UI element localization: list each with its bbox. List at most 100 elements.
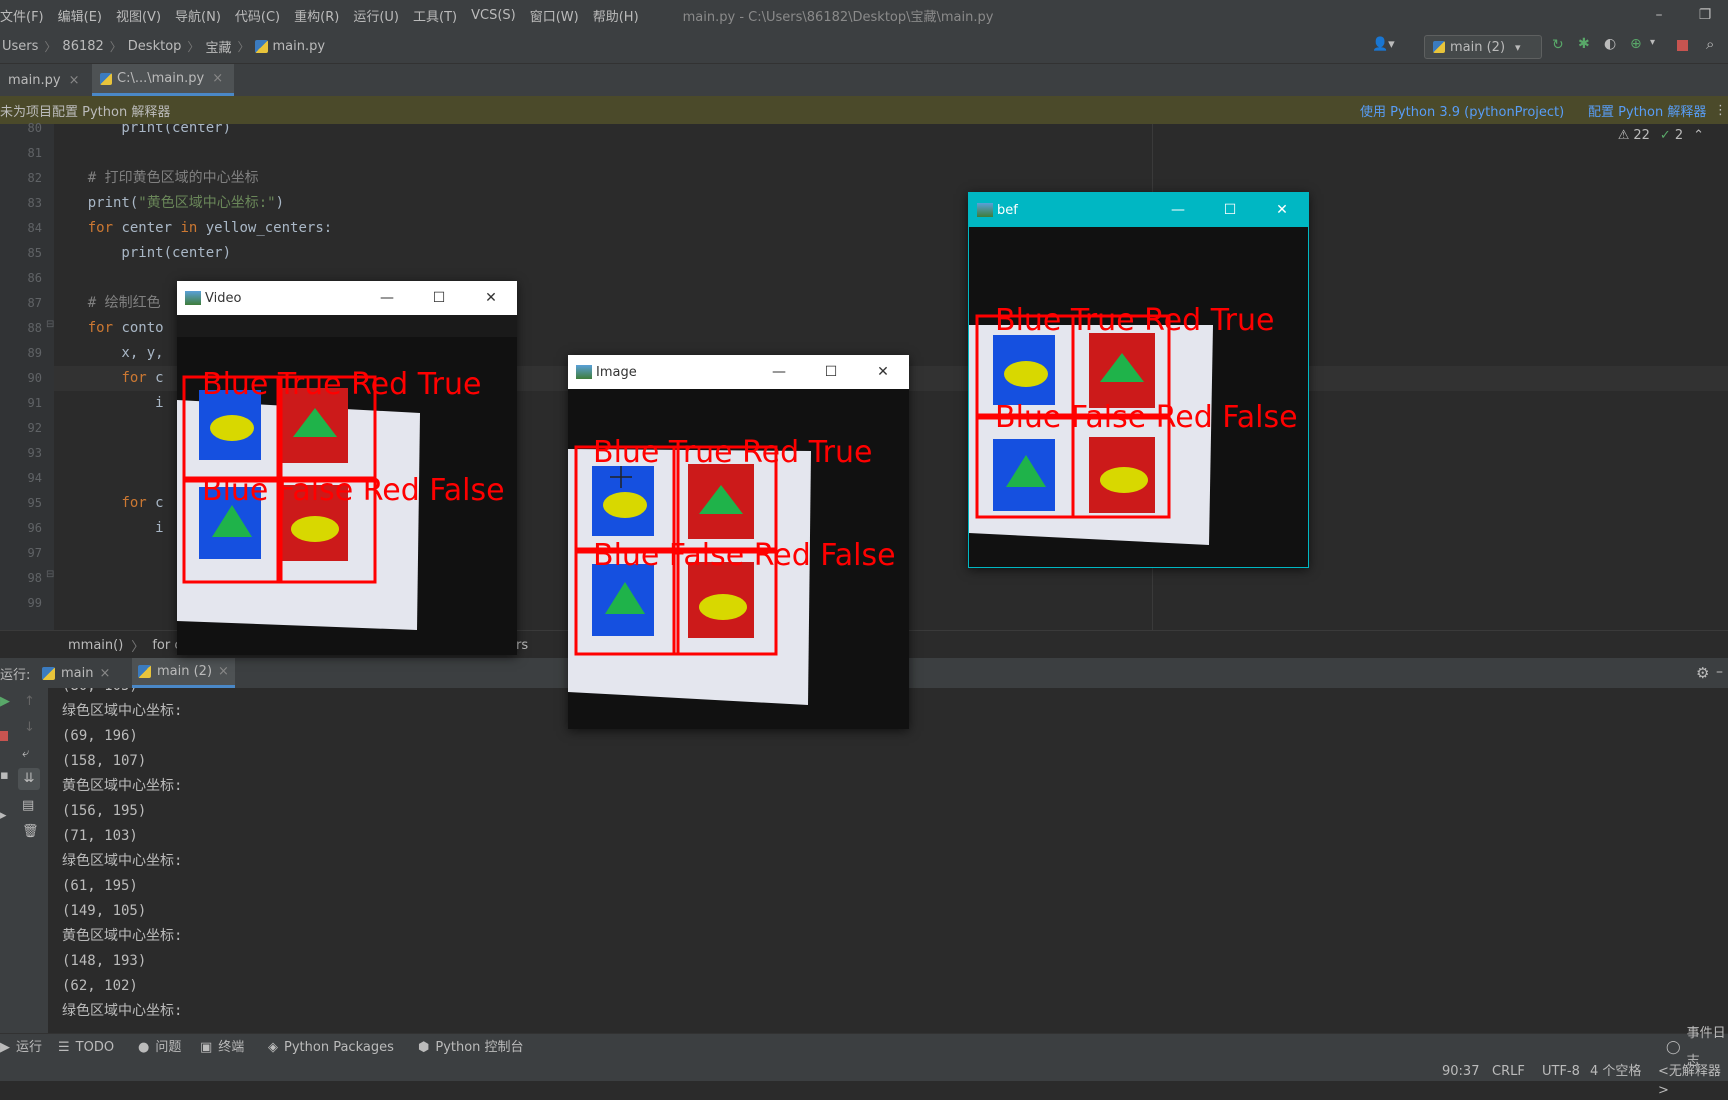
run-tab-main-2[interactable]: main (2) ×: [132, 658, 235, 688]
close-icon[interactable]: ×: [218, 664, 229, 679]
crumb-desktop[interactable]: Desktop: [128, 39, 182, 54]
debug-bug-icon[interactable]: ✱: [1578, 36, 1590, 52]
use-interpreter-link[interactable]: 使用 Python 3.9 (pythonProject): [1360, 101, 1564, 120]
crumb-file[interactable]: main.py: [272, 39, 325, 54]
run-config-select[interactable]: main (2) ▾: [1424, 35, 1542, 59]
maximize-button[interactable]: ☐: [805, 355, 857, 389]
close-icon[interactable]: ×: [69, 73, 80, 88]
overlay-label-top: Blue True Red True: [202, 367, 481, 402]
cursor-position[interactable]: 90:37: [1442, 1062, 1479, 1081]
minimize-button[interactable]: —: [753, 355, 805, 389]
chevron-up-icon[interactable]: ⌃: [1693, 128, 1704, 143]
code-line[interactable]: print(center): [54, 241, 1728, 266]
run-console-output[interactable]: (80, 105) 绿色区域中心坐标: (69, 196) (158, 107) 黄色区…: [48, 688, 1728, 1033]
code-line[interactable]: print(center): [54, 124, 1728, 141]
restore-layout-icon[interactable]: ▸: [0, 808, 7, 823]
menu-vcs[interactable]: VCS(S): [471, 8, 516, 23]
menu-edit[interactable]: 编辑(E): [58, 6, 102, 25]
tool-window-icon: ◈: [268, 1040, 278, 1055]
user-account-icon[interactable]: 👤▾: [1372, 37, 1395, 52]
close-button[interactable]: ✕: [465, 281, 517, 315]
overlay-label-bottom: Blue False Red False: [995, 400, 1298, 435]
stop-icon[interactable]: [0, 731, 8, 741]
menu-tools[interactable]: 工具(T): [413, 6, 457, 25]
menu-refactor[interactable]: 重构(R): [294, 6, 339, 25]
search-icon[interactable]: ⌕: [1706, 35, 1714, 53]
more-icon[interactable]: ⋮: [1714, 103, 1727, 118]
code-line[interactable]: [54, 141, 1728, 166]
inspection-widget[interactable]: ⚠ 22 ✓ 2 ⌃: [1618, 128, 1704, 143]
event-log-button[interactable]: ◯ 事件日志: [1666, 1026, 1728, 1069]
menu-run[interactable]: 运行(U): [353, 6, 399, 25]
crumb-folder[interactable]: 宝藏: [205, 37, 231, 56]
ok-count: 2: [1674, 128, 1684, 143]
menu-help[interactable]: 帮助(H): [593, 6, 639, 25]
window-minimize-button[interactable]: –: [1636, 7, 1682, 23]
video-window[interactable]: Video — ☐ ✕ Blue True Red True Blue Fals…: [177, 281, 517, 655]
image-window-titlebar[interactable]: Image — ☐ ✕: [568, 355, 909, 389]
menu-navigate[interactable]: 导航(N): [175, 6, 221, 25]
profile-icon[interactable]: ⊕: [1630, 36, 1642, 52]
scroll-to-end-icon[interactable]: ⇊: [18, 768, 40, 790]
bef-window[interactable]: bef — ☐ ✕ Blue True Red True Blue False …: [968, 192, 1309, 568]
rerun-icon[interactable]: ↻: [1552, 37, 1564, 53]
menu-file[interactable]: 文件(F): [0, 6, 44, 25]
arrow-up-icon[interactable]: ↑: [24, 694, 35, 709]
tool-window-button[interactable]: ⬢ Python 控制台: [418, 1034, 524, 1062]
minimize-panel-icon[interactable]: –: [1716, 664, 1723, 680]
crumb-users[interactable]: Users: [2, 39, 38, 54]
trash-icon[interactable]: 🗑: [22, 824, 39, 839]
tab-main-py-full[interactable]: C:\...\main.py ×: [92, 64, 234, 96]
close-button[interactable]: ✕: [1256, 193, 1308, 227]
maximize-button[interactable]: ☐: [1204, 193, 1256, 227]
indent-setting[interactable]: 4 个空格: [1590, 1062, 1641, 1081]
interpreter-status[interactable]: <无解释器>: [1658, 1062, 1728, 1098]
print-icon[interactable]: ▤: [22, 798, 34, 813]
more-run-chevron-icon[interactable]: ▾: [1650, 37, 1655, 48]
tool-window-button[interactable]: ● 问题: [138, 1034, 181, 1062]
minimize-button[interactable]: —: [1152, 193, 1204, 227]
configure-interpreter-link[interactable]: 配置 Python 解释器: [1588, 101, 1706, 120]
stop-icon[interactable]: [1677, 40, 1688, 51]
line-number: 89: [27, 346, 42, 360]
breadcrumb-function[interactable]: mmain(): [68, 638, 123, 653]
close-icon[interactable]: ×: [212, 71, 223, 86]
soft-wrap-icon[interactable]: ⤶: [22, 746, 29, 761]
tool-window-button[interactable]: ▶ 运行: [0, 1034, 42, 1062]
line-number: 94: [27, 471, 42, 485]
pin-icon[interactable]: ▪: [0, 768, 9, 783]
video-window-titlebar[interactable]: Video — ☐ ✕: [177, 281, 517, 315]
tool-window-button[interactable]: ◈ Python Packages: [268, 1034, 394, 1062]
maximize-button[interactable]: ☐: [413, 281, 465, 315]
settings-gear-icon[interactable]: ⚙: [1696, 664, 1709, 682]
file-encoding[interactable]: UTF-8: [1542, 1062, 1580, 1081]
menu-window[interactable]: 窗口(W): [530, 6, 579, 25]
crumb-user[interactable]: 86182: [62, 39, 103, 54]
arrow-down-icon[interactable]: ↓: [24, 720, 35, 735]
close-icon[interactable]: ×: [99, 666, 110, 681]
rerun-icon[interactable]: ▶: [0, 694, 10, 709]
run-config-label: main (2): [1450, 39, 1506, 55]
run-tab-main[interactable]: main ×: [42, 658, 110, 688]
code-line[interactable]: # 打印黄色区域的中心坐标: [54, 166, 1728, 191]
code-line[interactable]: for center in yellow_centers:: [54, 216, 1728, 241]
coverage-icon[interactable]: ◐: [1604, 36, 1616, 52]
menu-code[interactable]: 代码(C): [235, 6, 280, 25]
window-maximize-button[interactable]: ❐: [1682, 7, 1728, 23]
tab-main-py[interactable]: main.py ×: [0, 64, 100, 96]
python-file-icon: [255, 40, 269, 53]
line-separator[interactable]: CRLF: [1492, 1062, 1525, 1081]
menu-view[interactable]: 视图(V): [116, 6, 161, 25]
image-window-title: Image: [596, 364, 637, 380]
crumb-separator-icon: 〉: [131, 639, 145, 655]
tool-window-button[interactable]: ☰ TODO: [58, 1034, 114, 1062]
line-number: 88: [27, 321, 42, 335]
tool-window-button[interactable]: ▣ 终端: [200, 1034, 244, 1062]
bef-window-titlebar[interactable]: bef — ☐ ✕: [969, 193, 1308, 227]
code-line[interactable]: print("黄色区域中心坐标:"): [54, 191, 1728, 216]
tool-window-icon: ⬢: [418, 1040, 430, 1055]
console-line: (61, 195): [62, 878, 138, 894]
minimize-button[interactable]: —: [361, 281, 413, 315]
image-window[interactable]: Image — ☐ ✕ Blue True Red True Blue Fals…: [568, 355, 909, 729]
close-button[interactable]: ✕: [857, 355, 909, 389]
